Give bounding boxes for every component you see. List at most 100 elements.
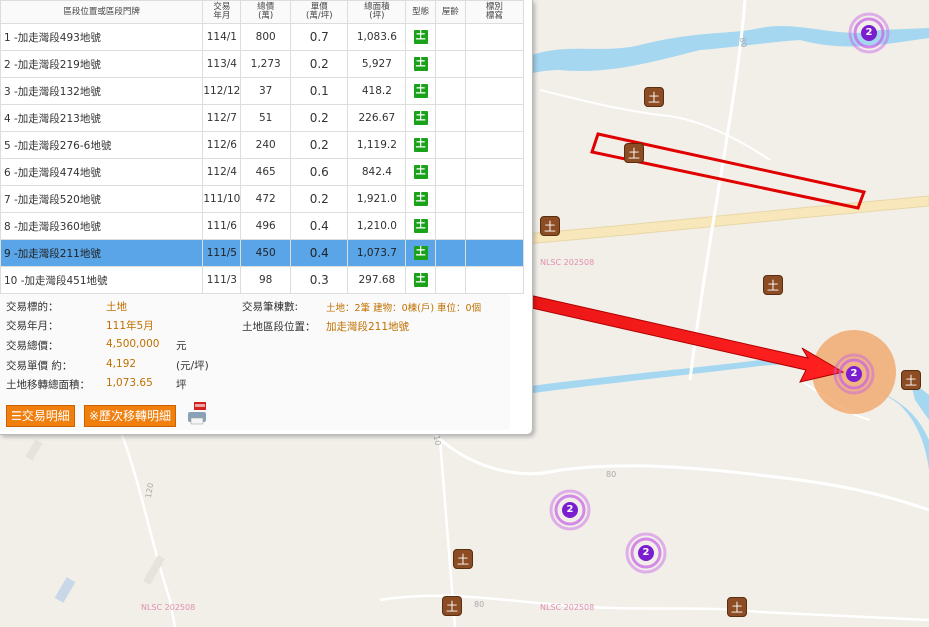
detail-label-target: 交易標的： bbox=[6, 301, 59, 313]
table-row[interactable]: 7 -加走灣段520地號 111/10 472 0.2 1,921.0 土 bbox=[0, 185, 525, 213]
land-type-icon[interactable]: 土 bbox=[413, 273, 428, 287]
table-row[interactable]: 1 -加走灣段493地號 114/1 800 0.7 1,083.6 土 bbox=[0, 23, 525, 51]
table-row[interactable]: 2 -加走灣段219地號 113/4 1,273 0.2 5,927 土 bbox=[0, 50, 525, 78]
map-watermark: NLSC 202508 bbox=[141, 603, 196, 612]
cluster-marker[interactable]: 2 bbox=[638, 545, 654, 561]
land-marker-icon[interactable]: 土 bbox=[453, 549, 473, 569]
cell-total: 51 bbox=[240, 104, 292, 132]
cell-area: 418.2 bbox=[347, 77, 407, 105]
cell-label bbox=[464, 77, 525, 105]
cell-label bbox=[464, 239, 525, 267]
cell-total: 450 bbox=[240, 239, 292, 267]
cluster-marker[interactable]: 2 bbox=[562, 502, 578, 518]
table-row[interactable]: 4 -加走灣段213地號 112/7 51 0.2 226.67 土 bbox=[0, 104, 525, 132]
cell-area: 5,927 bbox=[347, 50, 407, 78]
detail-unit-total: 元 bbox=[176, 340, 187, 352]
cell-area: 1,210.0 bbox=[347, 212, 407, 240]
cluster-marker[interactable]: 2 bbox=[846, 366, 862, 382]
table-row[interactable]: 5 -加走灣段276-6地號 112/6 240 0.2 1,119.2 土 bbox=[0, 131, 525, 159]
detail-label-unit-price: 交易單價 約： bbox=[6, 360, 73, 372]
table-row[interactable]: 8 -加走灣段360地號 111/6 496 0.4 1,210.0 土 bbox=[0, 212, 525, 240]
road-label: 10 bbox=[431, 434, 443, 447]
cell-date: 111/6 bbox=[202, 212, 242, 240]
road-label: 80 bbox=[737, 36, 749, 49]
land-type-icon[interactable]: 土 bbox=[413, 165, 428, 179]
land-marker-icon[interactable]: 土 bbox=[727, 597, 747, 617]
cell-total: 37 bbox=[240, 77, 292, 105]
cluster-marker[interactable]: 2 bbox=[861, 25, 877, 41]
cell-label bbox=[464, 104, 525, 132]
col-header-age[interactable]: 屋齡 bbox=[435, 0, 466, 24]
cell-type: 土 bbox=[405, 104, 436, 132]
cell-unit-price: 0.2 bbox=[290, 104, 349, 132]
land-type-icon[interactable]: 土 bbox=[413, 219, 428, 233]
cell-label bbox=[464, 185, 525, 213]
cell-area: 842.4 bbox=[347, 158, 407, 186]
detail-value-total: 4,500,000 bbox=[106, 338, 160, 350]
land-type-icon[interactable]: 土 bbox=[413, 138, 428, 152]
col-header-type[interactable]: 型態 bbox=[405, 0, 436, 24]
cell-type: 土 bbox=[405, 185, 436, 213]
table-row[interactable]: 10 -加走灣段451地號 111/3 98 0.3 297.68 土 bbox=[0, 266, 525, 294]
cell-date: 112/6 bbox=[202, 131, 242, 159]
land-type-icon[interactable]: 土 bbox=[413, 192, 428, 206]
detail-label-date: 交易年月： bbox=[6, 320, 59, 332]
list-icon: ☰ bbox=[11, 409, 22, 423]
cell-unit-price: 0.6 bbox=[290, 158, 349, 186]
land-marker-icon[interactable]: 土 bbox=[540, 216, 560, 236]
land-marker-icon[interactable]: 土 bbox=[442, 596, 462, 616]
cell-type: 土 bbox=[405, 212, 436, 240]
cell-type: 土 bbox=[405, 158, 436, 186]
detail-label-total: 交易總價： bbox=[6, 340, 59, 352]
land-marker-icon[interactable]: 土 bbox=[763, 275, 783, 295]
detail-unit-unit-price: (元/坪) bbox=[176, 360, 209, 372]
col-header-total[interactable]: 總價 (萬) bbox=[240, 0, 292, 24]
cell-date: 112/4 bbox=[202, 158, 242, 186]
cell-label bbox=[464, 212, 525, 240]
cell-unit-price: 0.4 bbox=[290, 212, 349, 240]
cell-area: 1,083.6 bbox=[347, 23, 407, 51]
col-header-address[interactable]: 區段位置或區段門牌 bbox=[0, 0, 204, 24]
cell-unit-price: 0.2 bbox=[290, 50, 349, 78]
land-marker-icon[interactable]: 土 bbox=[901, 370, 921, 390]
table-row[interactable]: 3 -加走灣段132地號 112/12 37 0.1 418.2 土 bbox=[0, 77, 525, 105]
detail-value-date: 111年5月 bbox=[106, 320, 154, 332]
col-header-date[interactable]: 交易 年月 bbox=[202, 0, 242, 24]
land-type-icon[interactable]: 土 bbox=[413, 30, 428, 44]
land-type-icon[interactable]: 土 bbox=[413, 57, 428, 71]
cell-total: 1,273 bbox=[240, 50, 292, 78]
print-pdf-icon[interactable] bbox=[184, 400, 210, 426]
cell-label bbox=[464, 23, 525, 51]
cell-address: 4 -加走灣段213地號 bbox=[0, 104, 204, 132]
col-header-area[interactable]: 總面積 (坪) bbox=[347, 0, 407, 24]
land-type-icon[interactable]: 土 bbox=[413, 246, 428, 260]
cell-address: 2 -加走灣段219地號 bbox=[0, 50, 204, 78]
land-type-icon[interactable]: 土 bbox=[413, 111, 428, 125]
detail-label-area: 土地移轉總面積： bbox=[6, 379, 90, 391]
cell-address: 1 -加走灣段493地號 bbox=[0, 23, 204, 51]
cell-age bbox=[435, 212, 466, 240]
cell-label bbox=[464, 50, 525, 78]
cell-date: 113/4 bbox=[202, 50, 242, 78]
cell-date: 111/3 bbox=[202, 266, 242, 294]
transaction-detail-button[interactable]: ☰交易明細 bbox=[6, 405, 75, 427]
cell-address: 6 -加走灣段474地號 bbox=[0, 158, 204, 186]
col-header-label[interactable]: 標別 標寫 bbox=[464, 0, 525, 24]
cell-total: 98 bbox=[240, 266, 292, 294]
cell-age bbox=[435, 266, 466, 294]
cell-address: 10 -加走灣段451地號 bbox=[0, 266, 204, 294]
cell-label bbox=[464, 131, 525, 159]
cell-date: 111/10 bbox=[202, 185, 242, 213]
land-marker-icon[interactable]: 土 bbox=[644, 87, 664, 107]
map-watermark: NLSC 202508 bbox=[540, 258, 595, 267]
table-row[interactable]: 9 -加走灣段211地號 111/5 450 0.4 1,073.7 土 bbox=[0, 239, 525, 267]
detail-unit-area: 坪 bbox=[176, 379, 187, 391]
col-header-unit[interactable]: 單價 (萬/坪) bbox=[290, 0, 349, 24]
land-marker-icon[interactable]: 土 bbox=[624, 143, 644, 163]
transfer-history-button[interactable]: ※歷次移轉明細 bbox=[84, 405, 177, 427]
cell-unit-price: 0.2 bbox=[290, 185, 349, 213]
table-row[interactable]: 6 -加走灣段474地號 112/4 465 0.6 842.4 土 bbox=[0, 158, 525, 186]
land-type-icon[interactable]: 土 bbox=[413, 84, 428, 98]
cell-area: 1,119.2 bbox=[347, 131, 407, 159]
cell-age bbox=[435, 23, 466, 51]
